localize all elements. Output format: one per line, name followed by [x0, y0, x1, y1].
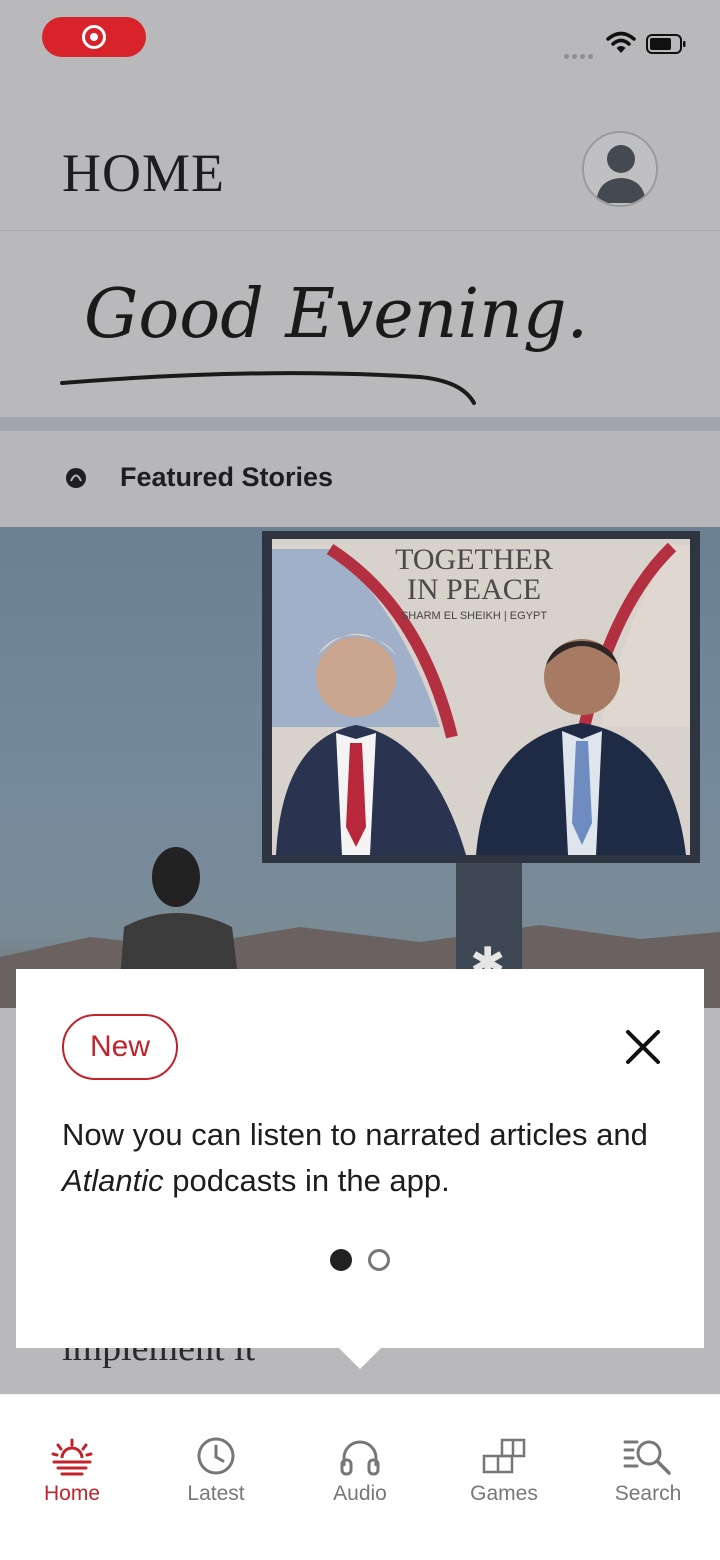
tab-search[interactable]: Search	[576, 1436, 720, 1516]
greeting-banner: Good Evening.	[0, 231, 720, 417]
close-icon[interactable]	[620, 1024, 666, 1070]
popup-message: Now you can listen to narrated articles …	[62, 1117, 648, 1198]
section-divider	[0, 417, 720, 431]
tab-latest[interactable]: Latest	[144, 1436, 288, 1516]
battery-icon	[646, 34, 686, 54]
screen-record-icon[interactable]	[42, 17, 146, 57]
tab-label: Home	[43, 1482, 101, 1505]
tab-games[interactable]: Games	[432, 1436, 576, 1516]
clock-icon	[197, 1437, 235, 1475]
tab-label: Search	[614, 1482, 682, 1505]
svg-text:SHARM EL SHEIKH | EGYPT: SHARM EL SHEIKH | EGYPT	[401, 610, 547, 622]
tab-home[interactable]: Home	[0, 1436, 144, 1516]
account-icon[interactable]	[582, 131, 658, 207]
section-title: Featured Stories	[120, 462, 334, 492]
svg-text:IN PEACE: IN PEACE	[407, 573, 541, 606]
popup-pointer	[338, 1347, 382, 1369]
wifi-icon	[606, 31, 636, 53]
sunrise-icon	[51, 1438, 93, 1476]
cellular-signal-icon	[564, 46, 598, 59]
tab-audio[interactable]: Audio	[288, 1436, 432, 1516]
handwritten-greeting: Good Evening.	[60, 275, 588, 405]
page-indicator-inactive[interactable]	[368, 1249, 390, 1271]
tab-label: Games	[470, 1482, 538, 1505]
new-badge: New	[62, 1014, 178, 1080]
hero-image[interactable]: ✱ TOGETHER IN PEACE SHARM EL SHEIKH | EG…	[0, 527, 720, 1009]
search-icon	[623, 1440, 671, 1475]
svg-text:TOGETHER: TOGETHER	[395, 543, 553, 576]
atlantic-logo-icon	[66, 468, 86, 488]
featured-stories-header	[0, 431, 720, 527]
headphones-icon	[340, 1440, 380, 1476]
page-indicator-active[interactable]	[330, 1249, 352, 1271]
tab-label: Audio	[333, 1482, 387, 1505]
svg-text:Good Evening.: Good Evening.	[84, 275, 588, 354]
grid-blocks-icon	[482, 1438, 526, 1474]
page-title: HOME	[62, 143, 225, 203]
tab-label: Latest	[187, 1482, 245, 1505]
